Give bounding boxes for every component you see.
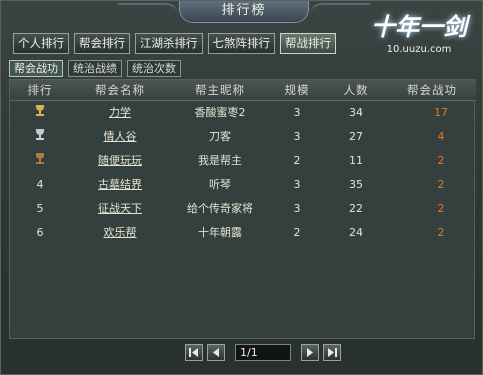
scale-cell: 3	[270, 196, 324, 221]
silver-trophy-icon	[34, 129, 46, 140]
pagination: 1/1	[185, 344, 341, 361]
logo-title: 十年一剑	[371, 12, 467, 41]
first-page-button[interactable]	[185, 344, 203, 361]
guild-name-cell: 欢乐帮	[70, 220, 170, 245]
guild-name-cell: 情人谷	[70, 124, 170, 149]
page-number-field[interactable]: 1/1	[235, 344, 291, 361]
members-cell: 35	[324, 172, 388, 197]
logo-url: 10.uuzu.com	[386, 44, 452, 55]
subtab-rule-record[interactable]: 统治战绩	[68, 60, 122, 77]
rank-cell: 5	[10, 196, 70, 221]
rank-cell	[10, 148, 70, 173]
guild-merit-cell: 2	[388, 172, 476, 197]
rank-cell: 6	[10, 220, 70, 245]
scale-cell: 3	[270, 172, 324, 197]
game-logo: 十年一剑 10.uuzu.com	[364, 7, 474, 65]
header-leader-name[interactable]: 帮主昵称	[170, 80, 270, 101]
guild-name-link[interactable]: 随便玩玩	[98, 154, 142, 167]
members-cell: 22	[324, 196, 388, 221]
tab-qisha-array-ranking[interactable]: 七煞阵排行	[207, 33, 275, 54]
main-tabs: 个人排行 帮会排行 江湖杀排行 七煞阵排行 帮战排行	[13, 33, 336, 54]
guild-name-link[interactable]: 力学	[109, 106, 131, 119]
leader-name-cell: 十年朝露	[170, 220, 270, 245]
header-rank[interactable]: 排行	[10, 80, 70, 101]
members-cell: 34	[324, 100, 388, 125]
bronze-trophy-icon	[34, 153, 46, 164]
guild-name-cell: 随便玩玩	[70, 148, 170, 173]
prev-page-icon	[213, 348, 219, 357]
header-guild-name[interactable]: 帮会名称	[70, 80, 170, 101]
ranking-table-panel: 排行 帮会名称 帮主昵称 规模 人数 帮会战功 力学 香酸蜜枣2 3 34 17 情人谷刀…	[9, 79, 476, 339]
members-cell: 27	[324, 124, 388, 149]
window-title: 排行榜	[118, 1, 370, 23]
members-cell: 11	[324, 148, 388, 173]
table-row[interactable]: 情人谷 刀客 3 27 4	[10, 124, 476, 149]
subtab-guild-merit[interactable]: 帮会战功	[9, 60, 63, 77]
table-row[interactable]: 力学 香酸蜜枣2 3 34 17	[10, 100, 476, 125]
gold-trophy-icon	[34, 105, 46, 116]
guild-name-link[interactable]: 情人谷	[104, 130, 137, 143]
last-page-icon	[328, 348, 337, 357]
guild-merit-cell: 2	[388, 148, 476, 173]
rank-cell	[10, 100, 70, 125]
table-row[interactable]: 6 欢乐帮 十年朝露 2 24 2	[10, 220, 476, 245]
leader-name-cell: 给个传奇家将	[170, 196, 270, 221]
prev-page-button[interactable]	[207, 344, 225, 361]
guild-merit-cell: 2	[388, 196, 476, 221]
guild-merit-cell: 4	[388, 124, 476, 149]
scale-cell: 3	[270, 124, 324, 149]
header-scale[interactable]: 规模	[270, 80, 324, 101]
next-page-button[interactable]	[301, 344, 319, 361]
sub-tabs: 帮会战功 统治战绩 统治次数	[9, 60, 181, 77]
scale-cell: 3	[270, 100, 324, 125]
guild-name-cell: 征战天下	[70, 196, 170, 221]
leader-name-cell: 听琴	[170, 172, 270, 197]
table-header-row: 排行 帮会名称 帮主昵称 规模 人数 帮会战功	[10, 80, 476, 101]
members-cell: 24	[324, 220, 388, 245]
table-row[interactable]: 5 征战天下 给个传奇家将 3 22 2	[10, 196, 476, 221]
guild-name-link[interactable]: 欢乐帮	[104, 226, 137, 239]
leader-name-cell: 香酸蜜枣2	[170, 100, 270, 125]
header-members[interactable]: 人数	[324, 80, 388, 101]
guild-name-link[interactable]: 古墓结界	[98, 178, 142, 191]
guild-name-link[interactable]: 征战天下	[98, 202, 142, 215]
next-page-icon	[307, 348, 313, 357]
table-row[interactable]: 随便玩玩 我是帮主 2 11 2	[10, 148, 476, 173]
leader-name-cell: 我是帮主	[170, 148, 270, 173]
ranking-table: 排行 帮会名称 帮主昵称 规模 人数 帮会战功 力学 香酸蜜枣2 3 34 17 情人谷刀…	[10, 80, 476, 245]
guild-merit-cell: 17	[388, 100, 476, 125]
header-guild-merit[interactable]: 帮会战功	[388, 80, 476, 101]
leader-name-cell: 刀客	[170, 124, 270, 149]
guild-merit-cell: 2	[388, 220, 476, 245]
rank-cell	[10, 124, 70, 149]
scale-cell: 2	[270, 220, 324, 245]
tab-guild-war-ranking[interactable]: 帮战排行	[280, 33, 336, 54]
subtab-rule-count[interactable]: 统治次数	[127, 60, 181, 77]
last-page-button[interactable]	[323, 344, 341, 361]
tab-guild-ranking[interactable]: 帮会排行	[74, 33, 130, 54]
first-page-icon	[189, 348, 198, 357]
guild-name-cell: 古墓结界	[70, 172, 170, 197]
guild-name-cell: 力学	[70, 100, 170, 125]
table-row[interactable]: 4 古墓结界 听琴 3 35 2	[10, 172, 476, 197]
tab-jianghu-kill-ranking[interactable]: 江湖杀排行	[135, 33, 203, 54]
ranking-window: 排行榜 十年一剑 10.uuzu.com 个人排行 帮会排行 江湖杀排行 七煞阵…	[0, 0, 483, 375]
tab-personal-ranking[interactable]: 个人排行	[13, 33, 69, 54]
scale-cell: 2	[270, 148, 324, 173]
rank-cell: 4	[10, 172, 70, 197]
